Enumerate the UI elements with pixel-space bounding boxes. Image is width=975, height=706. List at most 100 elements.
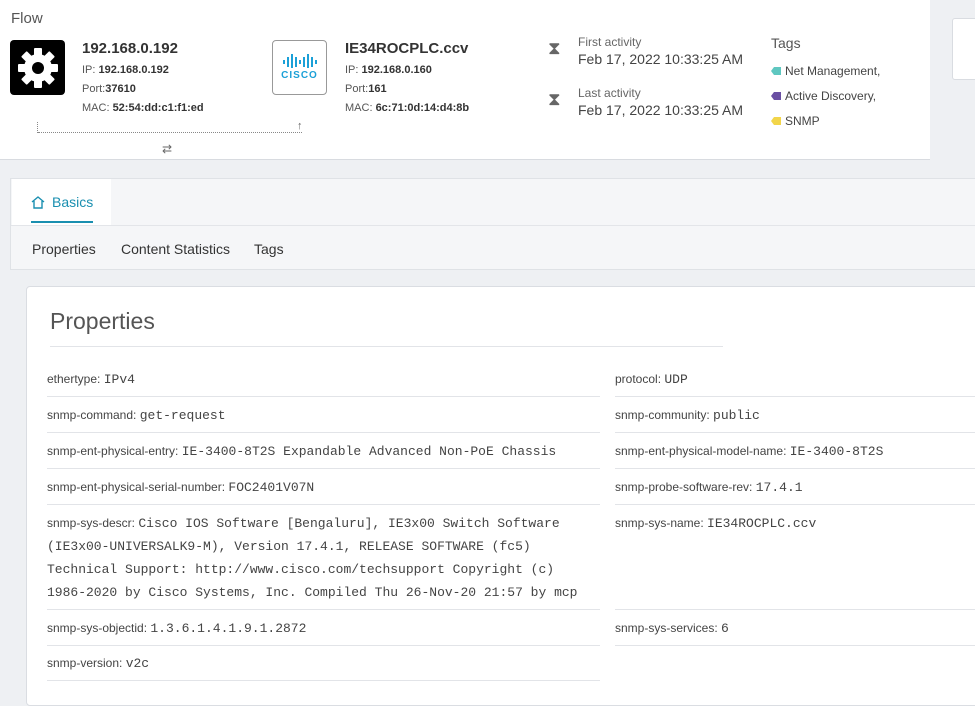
- source-ip-label: IP:: [82, 64, 96, 76]
- side-card: [952, 18, 975, 80]
- tag-icon: [771, 117, 781, 125]
- prop-key: snmp-probe-software-rev:: [615, 480, 753, 494]
- tag-label: SNMP: [785, 114, 820, 128]
- tab-divider: [11, 225, 975, 226]
- flow-title: Flow: [11, 10, 43, 27]
- destination-ip-label: IP:: [345, 64, 359, 76]
- title-divider: [50, 346, 723, 347]
- cisco-logo-icon: CISCO: [272, 40, 327, 95]
- prop-snmp-ent-physical-serial-number: snmp-ent-physical-serial-number: FOC2401…: [47, 476, 314, 499]
- prop-key: protocol:: [615, 372, 662, 386]
- row-divider: [615, 396, 975, 397]
- gear-icon: [10, 40, 65, 95]
- properties-title: Properties: [50, 308, 155, 334]
- destination-port: Port:161: [345, 83, 387, 95]
- prop-snmp-community: snmp-community: public: [615, 404, 760, 427]
- row-divider: [47, 396, 600, 397]
- prop-value: FOC2401V07N: [228, 480, 315, 495]
- row-divider: [615, 645, 975, 646]
- connection-line: [38, 132, 302, 133]
- source-port-value: 37610: [105, 83, 136, 95]
- first-activity-label: First activity: [578, 35, 642, 49]
- prop-value: v2c: [125, 656, 150, 671]
- source-port: Port:37610: [82, 83, 136, 95]
- prop-key: snmp-sys-descr:: [47, 516, 136, 530]
- tags-heading: Tags: [771, 35, 801, 51]
- prop-value: 1986-2020 by Cisco Systems, Inc. Compile…: [47, 585, 578, 600]
- destination-mac-value: 6c:71:0d:14:d4:8b: [375, 102, 470, 114]
- prop-value: Technical Support: http://www.cisco.com/…: [47, 562, 555, 577]
- row-divider: [47, 680, 600, 681]
- prop-snmp-sys-descr-cont: 1986-2020 by Cisco Systems, Inc. Compile…: [47, 581, 578, 604]
- subtab-content-statistics[interactable]: Content Statistics: [121, 241, 230, 257]
- row-divider: [47, 609, 600, 610]
- prop-snmp-ent-physical-entry: snmp-ent-physical-entry: IE-3400-8T2S Ex…: [47, 440, 556, 463]
- prop-protocol: protocol: UDP: [615, 368, 688, 391]
- prop-value: IE34ROCPLC.ccv: [707, 516, 817, 531]
- subtab-tags[interactable]: Tags: [254, 241, 284, 257]
- prop-value: Cisco IOS Software [Bengaluru], IE3x00 S…: [138, 516, 560, 531]
- prop-value: UDP: [664, 372, 688, 387]
- prop-value: get-request: [139, 408, 226, 423]
- prop-snmp-command: snmp-command: get-request: [47, 404, 226, 427]
- hourglass-icon: ⧗: [548, 38, 561, 58]
- row-divider: [47, 645, 600, 646]
- source-mac: MAC: 52:54:dd:c1:f1:ed: [82, 102, 204, 114]
- prop-snmp-sys-objectid: snmp-sys-objectid: 1.3.6.1.4.1.9.1.2872: [47, 617, 306, 640]
- hourglass-icon: ⧗: [548, 89, 561, 109]
- source-port-label: Port:: [82, 83, 106, 95]
- prop-snmp-ent-physical-model-name: snmp-ent-physical-model-name: IE-3400-8T…: [615, 440, 883, 463]
- source-mac-label: MAC:: [82, 102, 110, 114]
- prop-value: IE-3400-8T2S: [789, 444, 884, 459]
- prop-snmp-sys-services: snmp-sys-services: 6: [615, 617, 729, 640]
- tag-label: Net Management,: [785, 64, 881, 78]
- active-tab-indicator: [31, 221, 93, 223]
- source-ip: IP: 192.168.0.192: [82, 64, 169, 76]
- prop-value: (IE3x00-UNIVERSALK9-M), Version 17.4.1, …: [47, 539, 531, 554]
- prop-ethertype: ethertype: IPv4: [47, 368, 135, 391]
- tabs-panel: Basics Properties Content Statistics Tag…: [10, 178, 975, 270]
- subtab-properties[interactable]: Properties: [32, 241, 96, 257]
- properties-card: Properties ethertype: IPv4 snmp-command:…: [26, 286, 975, 706]
- prop-key: snmp-sys-name:: [615, 516, 704, 530]
- prop-value: IE-3400-8T2S Expandable Advanced Non-PoE…: [181, 444, 557, 459]
- row-divider: [47, 468, 600, 469]
- prop-key: snmp-sys-objectid:: [47, 621, 148, 635]
- destination-mac-label: MAC:: [345, 102, 373, 114]
- tag-snmp[interactable]: SNMP: [771, 114, 820, 128]
- home-icon: [31, 195, 45, 209]
- cisco-logo-text: CISCO: [281, 70, 318, 81]
- source-mac-value: 52:54:dd:c1:f1:ed: [112, 102, 204, 114]
- prop-key: snmp-command:: [47, 408, 137, 422]
- prop-key: snmp-ent-physical-model-name:: [615, 444, 787, 458]
- row-divider: [615, 468, 975, 469]
- tag-label: Active Discovery,: [785, 89, 877, 103]
- prop-value: public: [713, 408, 760, 423]
- prop-key: snmp-version:: [47, 656, 123, 670]
- destination-port-value: 161: [368, 83, 387, 95]
- tab-basics-label: Basics: [31, 194, 93, 210]
- tag-net-management[interactable]: Net Management,: [771, 64, 880, 78]
- destination-ip: IP: 192.168.0.160: [345, 64, 432, 76]
- destination-ip-value: 192.168.0.160: [361, 64, 432, 76]
- destination-port-label: Port:: [345, 83, 369, 95]
- swap-direction-icon[interactable]: ⇄: [162, 142, 172, 156]
- source-device-name[interactable]: 192.168.0.192: [82, 40, 178, 57]
- tab-basics-text: Basics: [52, 194, 94, 210]
- prop-snmp-version: snmp-version: v2c: [47, 652, 149, 675]
- row-divider: [47, 432, 600, 433]
- prop-key: snmp-ent-physical-serial-number:: [47, 480, 226, 494]
- prop-value: 1.3.6.1.4.1.9.1.2872: [150, 621, 307, 636]
- prop-value: IPv4: [103, 372, 135, 387]
- prop-value: 17.4.1: [755, 480, 803, 495]
- tab-basics[interactable]: Basics: [12, 179, 111, 225]
- first-activity-value: Feb 17, 2022 10:33:25 AM: [578, 51, 744, 67]
- destination-device-name[interactable]: IE34ROCPLC.ccv: [345, 40, 468, 57]
- prop-snmp-sys-descr-cont: (IE3x00-UNIVERSALK9-M), Version 17.4.1, …: [47, 535, 531, 558]
- prop-key: snmp-sys-services:: [615, 621, 718, 635]
- tag-active-discovery[interactable]: Active Discovery,: [771, 89, 876, 103]
- prop-key: snmp-ent-physical-entry:: [47, 444, 179, 458]
- destination-mac: MAC: 6c:71:0d:14:d4:8b: [345, 102, 469, 114]
- prop-snmp-sys-descr: snmp-sys-descr: Cisco IOS Software [Beng…: [47, 512, 560, 535]
- row-divider: [615, 504, 975, 505]
